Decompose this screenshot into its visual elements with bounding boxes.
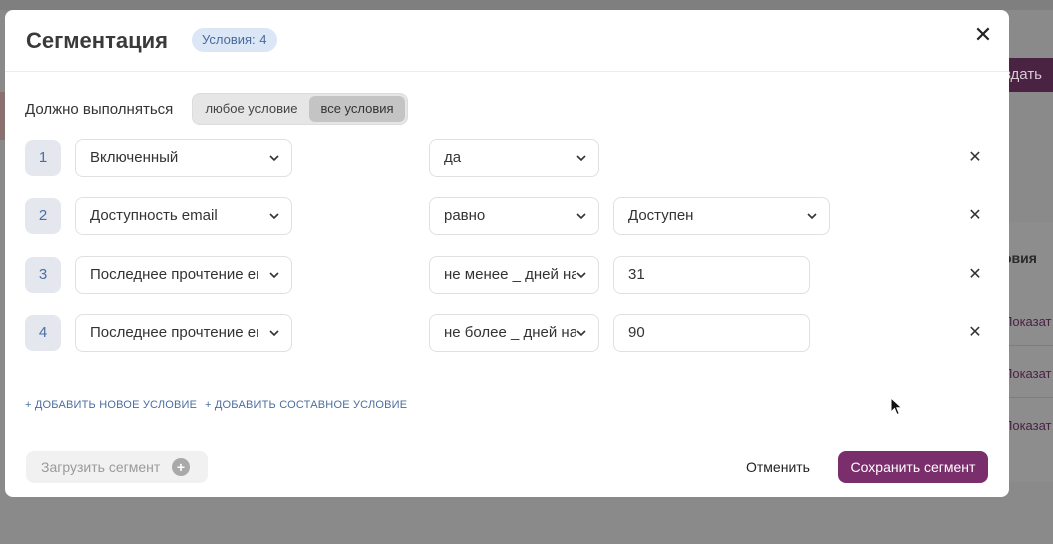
condition-number: 4	[25, 315, 61, 351]
operator-value: не более _ дней назад	[444, 324, 576, 341]
value-select[interactable]: Доступен	[613, 197, 830, 235]
condition-row: 2 Доступность email равно Доступен ✕	[5, 197, 1009, 235]
attribute-value: Последнее прочтение email	[90, 266, 258, 283]
chevron-down-icon	[269, 213, 279, 220]
attribute-select[interactable]: Доступность email	[75, 197, 292, 235]
attribute-select[interactable]: Последнее прочтение email	[75, 256, 292, 294]
days-input[interactable]: 90	[613, 314, 810, 352]
operator-value: равно	[444, 207, 486, 224]
mouse-pointer-icon	[890, 397, 903, 416]
condition-number: 1	[25, 140, 61, 176]
operator-select[interactable]: да	[429, 139, 599, 177]
chevron-down-icon	[576, 213, 586, 220]
chevron-down-icon	[576, 272, 586, 279]
modal-header: Сегментация Условия: 4 ✕	[5, 10, 1009, 72]
toggle-all-conditions[interactable]: все условия	[309, 96, 405, 122]
chevron-down-icon	[269, 330, 279, 337]
plus-icon: +	[172, 458, 190, 476]
attribute-select[interactable]: Включенный	[75, 139, 292, 177]
remove-condition-icon[interactable]: ✕	[965, 206, 985, 226]
operator-select[interactable]: не менее _ дней назад	[429, 256, 599, 294]
attribute-value: Доступность email	[90, 207, 218, 224]
chevron-down-icon	[269, 272, 279, 279]
chevron-down-icon	[269, 155, 279, 162]
background-row-link: Показат	[1003, 314, 1052, 329]
chevron-down-icon	[576, 330, 586, 337]
remove-condition-icon[interactable]: ✕	[965, 148, 985, 168]
condition-number: 2	[25, 198, 61, 234]
operator-value: да	[444, 149, 462, 166]
attribute-select[interactable]: Последнее прочтение email	[75, 314, 292, 352]
chevron-down-icon	[807, 213, 817, 220]
value-selected: Доступен	[628, 207, 694, 224]
operator-select[interactable]: равно	[429, 197, 599, 235]
toggle-any-condition[interactable]: любое условие	[195, 96, 308, 122]
segmentation-modal: Сегментация Условия: 4 ✕ Должно выполнят…	[5, 10, 1009, 497]
condition-row: 1 Включенный да ✕	[5, 139, 1009, 177]
load-segment-label: Загрузить сегмент	[41, 459, 161, 475]
condition-row: 3 Последнее прочтение email не менее _ д…	[5, 256, 1009, 294]
attribute-value: Включенный	[90, 149, 179, 166]
add-condition-link[interactable]: + ДОБАВИТЬ НОВОЕ УСЛОВИЕ	[25, 399, 197, 411]
operator-select[interactable]: не более _ дней назад	[429, 314, 599, 352]
days-input[interactable]: 31	[613, 256, 810, 294]
chevron-down-icon	[576, 155, 586, 162]
match-mode-toggle: любое условие все условия	[192, 93, 408, 125]
operator-value: не менее _ дней назад	[444, 266, 576, 283]
modal-title: Сегментация	[26, 28, 168, 53]
conditions-count-badge: Условия: 4	[192, 28, 277, 52]
remove-condition-icon[interactable]: ✕	[965, 265, 985, 285]
background-row-link: Показат	[1003, 366, 1052, 381]
background-topbar	[0, 0, 1053, 10]
add-compound-condition-link[interactable]: + ДОБАВИТЬ СОСТАВНОЕ УСЛОВИЕ	[205, 399, 407, 411]
save-segment-button[interactable]: Сохранить сегмент	[838, 451, 988, 483]
background-row-link: Показат	[1003, 418, 1052, 433]
attribute-value: Последнее прочтение email	[90, 324, 258, 341]
close-icon[interactable]: ✕	[971, 24, 995, 48]
cancel-button[interactable]: Отменить	[734, 451, 822, 483]
must-match-label: Должно выполняться	[25, 101, 174, 118]
load-segment-button[interactable]: Загрузить сегмент +	[26, 451, 208, 483]
condition-row: 4 Последнее прочтение email не более _ д…	[5, 314, 1009, 352]
background-row-divider	[1008, 397, 1053, 398]
remove-condition-icon[interactable]: ✕	[965, 323, 985, 343]
condition-number: 3	[25, 257, 61, 293]
background-row-divider	[1008, 345, 1053, 346]
